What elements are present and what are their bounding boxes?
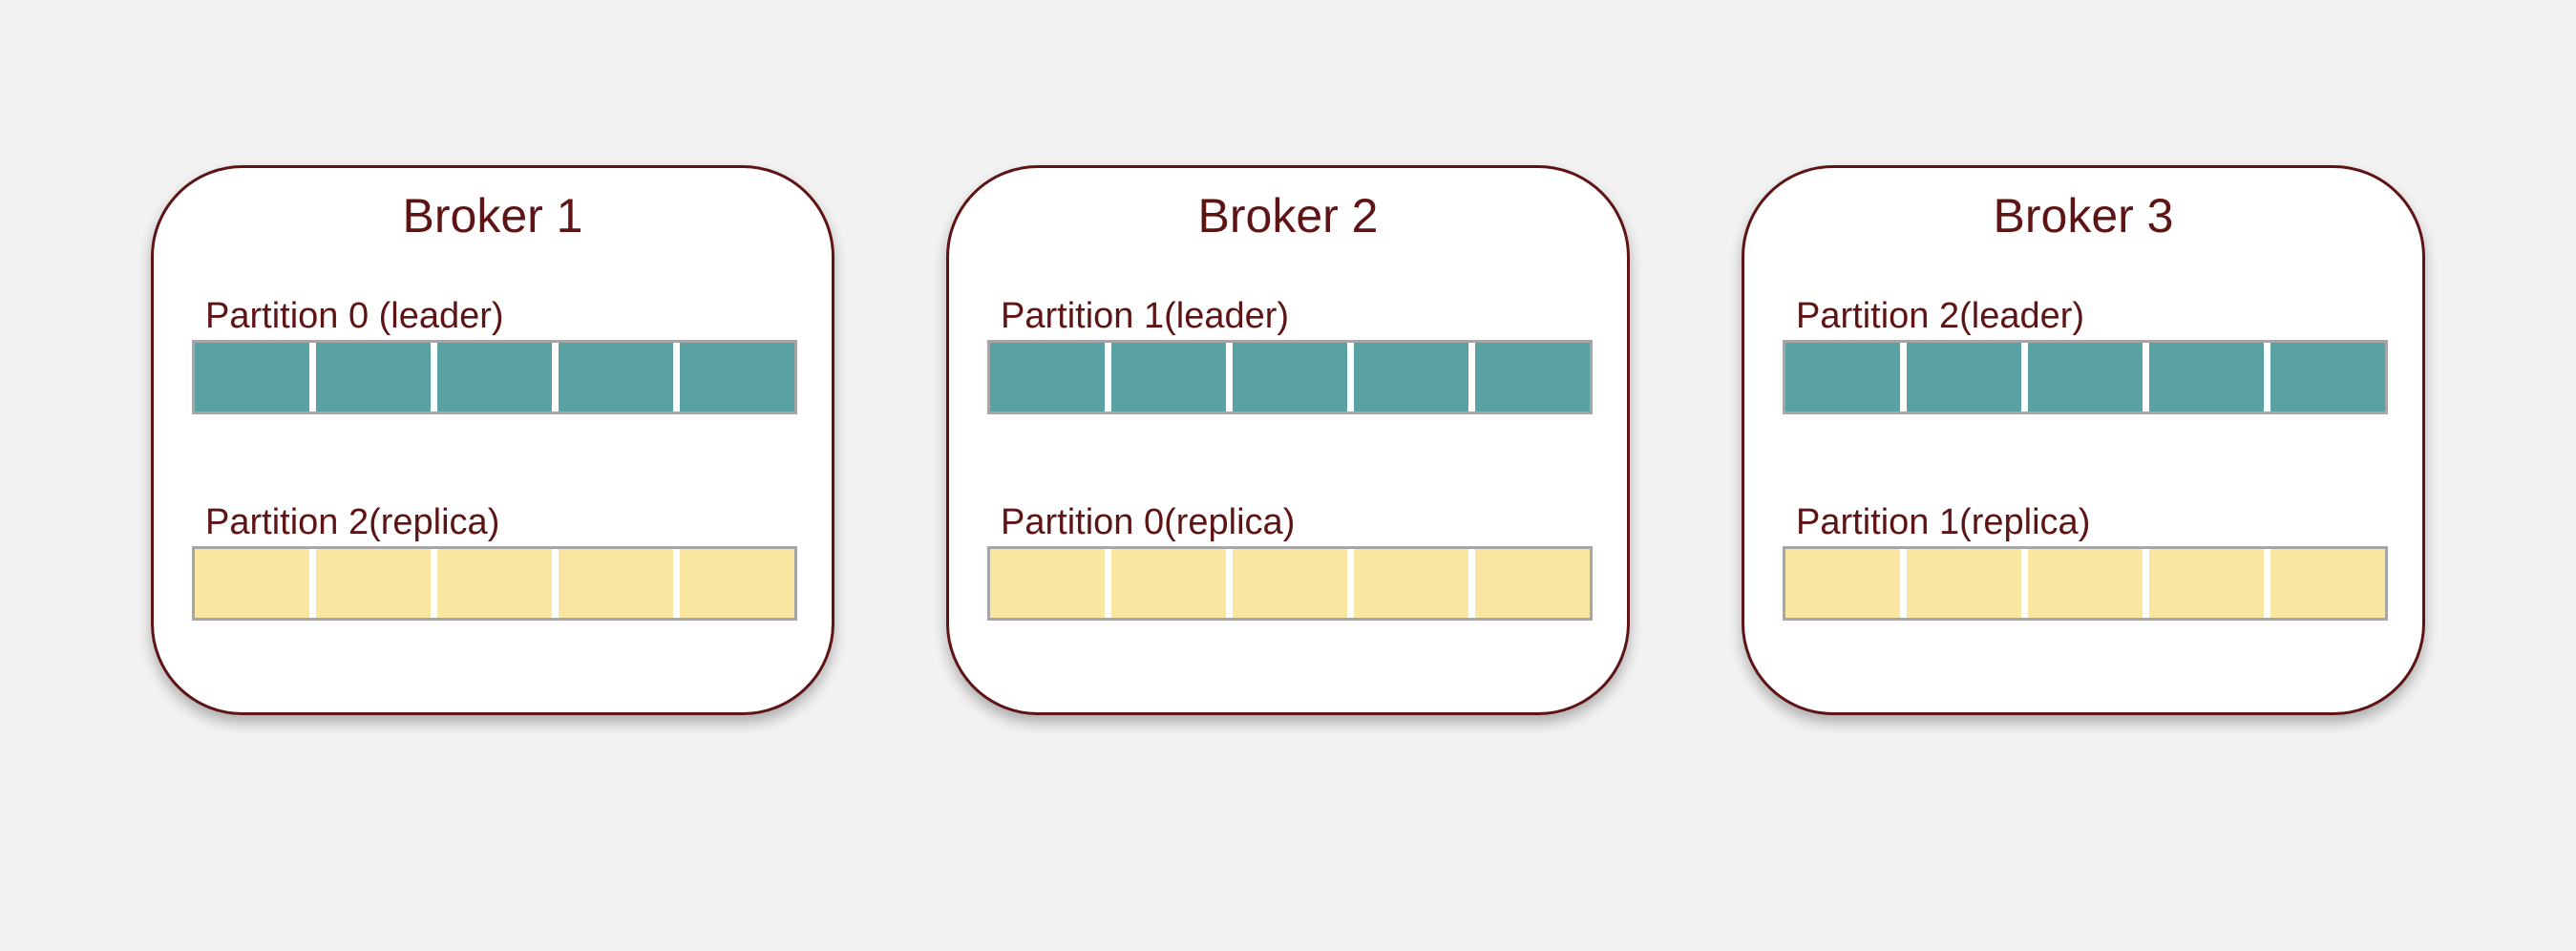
- leader-partition-label: Partition 2(leader): [1796, 296, 2085, 336]
- partition-segment: [195, 549, 316, 618]
- partition-segment: [559, 343, 680, 412]
- partition-segment: [1233, 549, 1354, 618]
- leader-partition-bar: [1783, 340, 2388, 414]
- partition-segment: [2028, 343, 2149, 412]
- broker-title: Broker 2: [1197, 189, 1379, 243]
- partition-segment: [437, 343, 559, 412]
- replica-partition-label: Partition 1(replica): [1796, 502, 2091, 542]
- partition-segment: [1907, 549, 2028, 618]
- partition-segment: [316, 343, 437, 412]
- broker-title: Broker 1: [402, 189, 583, 243]
- leader-partition-bar: [987, 340, 1593, 414]
- partition-segment: [2270, 343, 2385, 412]
- partition-segment: [437, 549, 559, 618]
- partition-segment: [680, 343, 794, 412]
- broker-2-card: Broker 2 Partition 1(leader) Partition 0…: [946, 165, 1630, 715]
- partition-segment: [2149, 549, 2270, 618]
- partition-segment: [990, 343, 1111, 412]
- partition-segment: [1907, 343, 2028, 412]
- replica-partition-label: Partition 2(replica): [205, 502, 500, 542]
- broker-title: Broker 3: [1993, 189, 2174, 243]
- partition-segment: [2028, 549, 2149, 618]
- replica-partition-label: Partition 0(replica): [1001, 502, 1296, 542]
- partition-segment: [195, 343, 316, 412]
- partition-segment: [2149, 343, 2270, 412]
- partition-segment: [1475, 343, 1590, 412]
- leader-partition-label: Partition 1(leader): [1001, 296, 1290, 336]
- replica-partition-bar: [1783, 546, 2388, 621]
- partition-segment: [1785, 343, 1907, 412]
- partition-segment: [1354, 343, 1475, 412]
- replica-partition-bar: [192, 546, 797, 621]
- leader-partition-bar: [192, 340, 797, 414]
- partition-segment: [559, 549, 680, 618]
- replica-partition-bar: [987, 546, 1593, 621]
- partition-segment: [1785, 549, 1907, 618]
- partition-segment: [2270, 549, 2385, 618]
- partition-segment: [316, 549, 437, 618]
- partition-segment: [1111, 343, 1233, 412]
- broker-3-card: Broker 3 Partition 2(leader) Partition 1…: [1742, 165, 2425, 715]
- partition-segment: [680, 549, 794, 618]
- partition-segment: [1233, 343, 1354, 412]
- partition-segment: [1354, 549, 1475, 618]
- leader-partition-label: Partition 0 (leader): [205, 296, 504, 336]
- partition-segment: [990, 549, 1111, 618]
- broker-1-card: Broker 1 Partition 0 (leader) Partition …: [151, 165, 834, 715]
- partition-segment: [1475, 549, 1590, 618]
- partition-segment: [1111, 549, 1233, 618]
